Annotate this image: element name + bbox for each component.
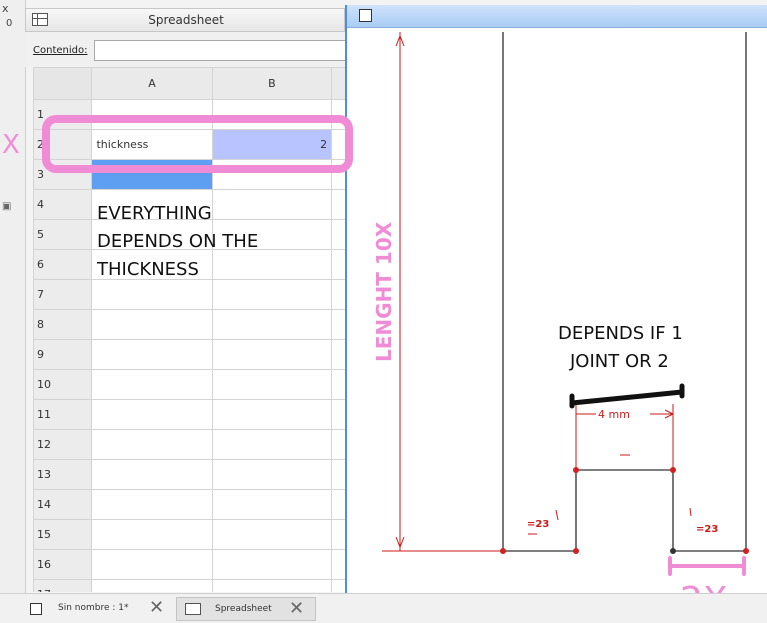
marker-tick [555, 509, 559, 521]
sketch-notch-outline[interactable] [503, 469, 746, 552]
sketch-geometry [502, 32, 747, 552]
drawing-doc-icon [30, 603, 42, 615]
annotation-depends-line1: DEPENDS IF 1 [558, 323, 683, 344]
document-tabs: Sin nombre : 1* ✕ Spreadsheet ✕ [0, 593, 767, 623]
sketch-point[interactable] [500, 548, 506, 554]
x-mark-annotation: X [2, 130, 20, 160]
constraint-label-left[interactable]: =23 [527, 519, 549, 530]
sketch-canvas: 4 mm =23 =23 LENGHT 10X EVERYTHING DEPEN… [2, 32, 749, 621]
close-icon[interactable]: ✕ [149, 597, 164, 618]
sketch-point[interactable] [573, 548, 579, 554]
annotation-depends-line2: JOINT OR 2 [569, 351, 669, 372]
sketch-point[interactable] [743, 548, 749, 554]
sketch-points [500, 467, 749, 554]
tab-sin-nombre[interactable]: Sin nombre : 1* ✕ [24, 597, 172, 621]
annotation-everything-line2: DEPENDS ON THE [97, 231, 258, 252]
dimension-lines [382, 32, 692, 552]
annotation-everything-line3: THICKNESS [96, 259, 199, 280]
pink-bracket-annotation [668, 556, 746, 576]
tab-label: Spreadsheet [215, 604, 272, 614]
marker-tick [689, 507, 692, 517]
spreadsheet-icon [185, 603, 201, 615]
tab-spreadsheet[interactable]: Spreadsheet ✕ [176, 597, 316, 621]
length-annotation: LENGHT 10X [372, 221, 396, 362]
close-icon[interactable]: ✕ [289, 598, 304, 619]
annotation-everything-line1: EVERYTHING [97, 203, 212, 224]
width-dimension-label[interactable]: 4 mm [598, 408, 630, 421]
sketch-point[interactable] [573, 467, 579, 473]
sketch-point-selected[interactable] [670, 548, 676, 554]
highlight-rectangle [42, 115, 353, 173]
constraint-label-right[interactable]: =23 [696, 524, 718, 535]
sketch-point[interactable] [670, 467, 676, 473]
tab-label: Sin nombre : 1* [58, 603, 129, 613]
joint-bracket-annotation [569, 383, 685, 409]
